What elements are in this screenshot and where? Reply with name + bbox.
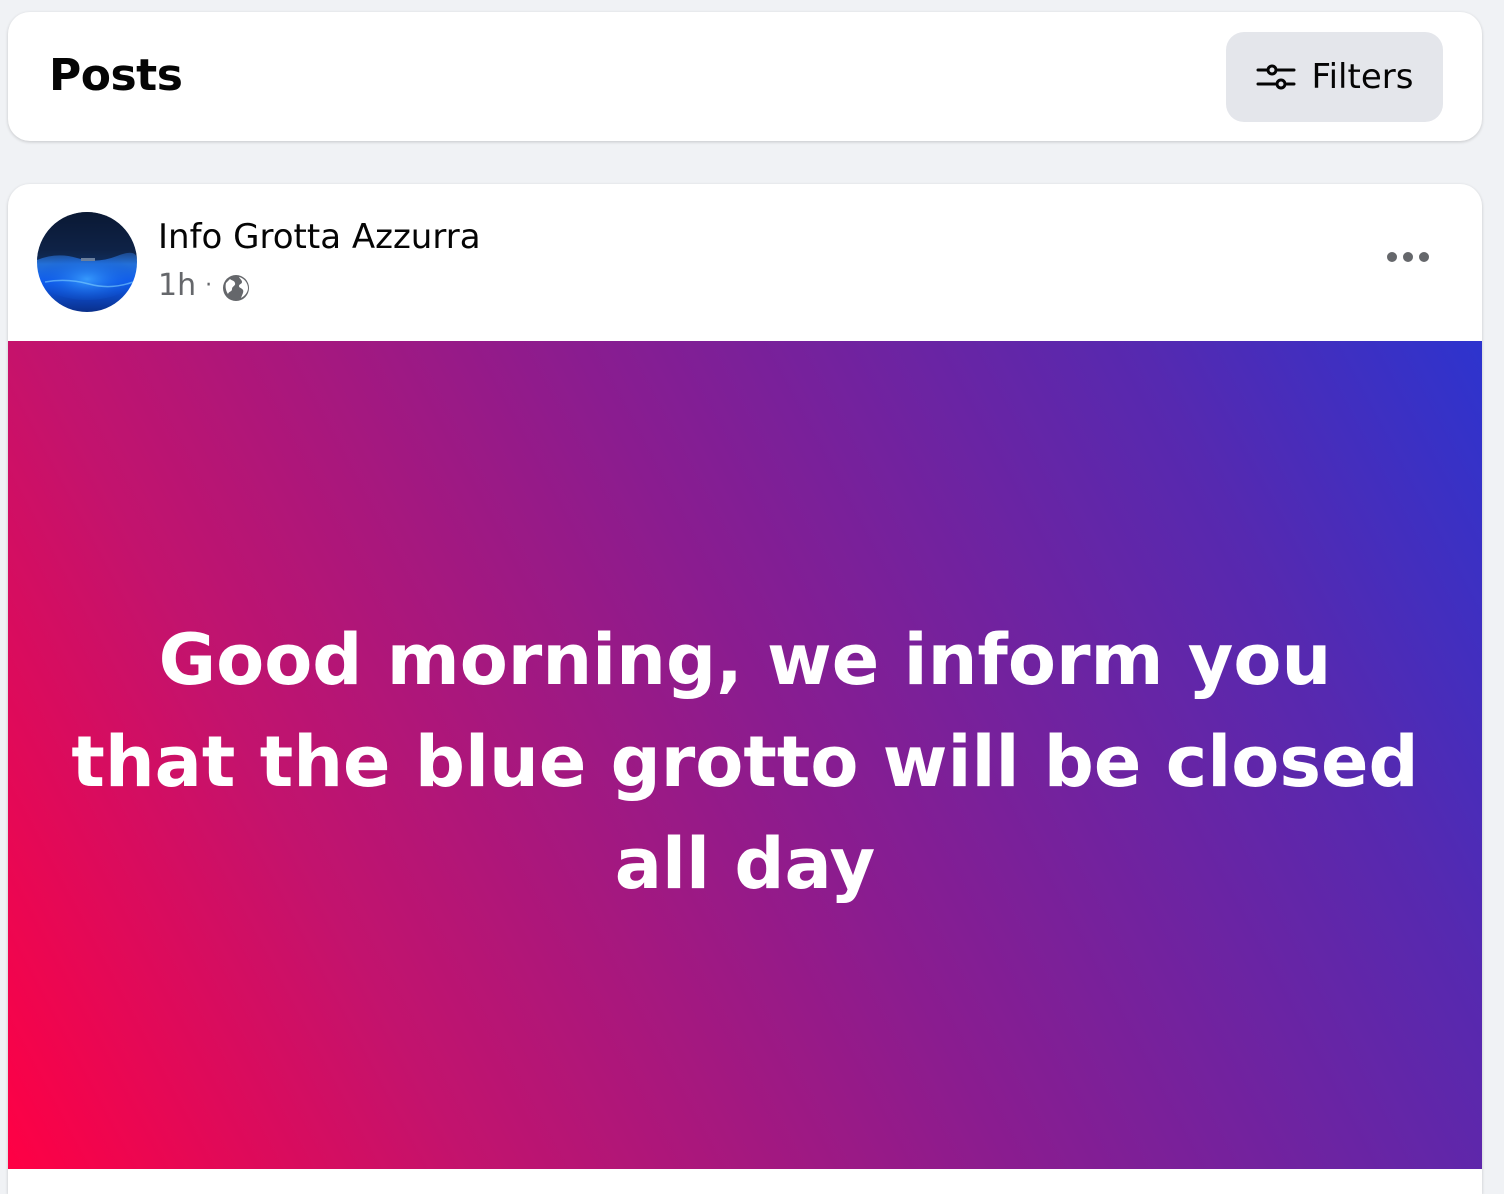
posts-header: Posts Filters xyxy=(8,12,1482,141)
more-horizontal-icon xyxy=(1387,252,1429,262)
post-background: Good morning, we inform you that the blu… xyxy=(8,341,1482,1169)
post-card: Info Grotta Azzurra 1h · Good morning, w… xyxy=(8,184,1482,1194)
avatar-image xyxy=(37,212,137,312)
meta-separator: · xyxy=(205,273,213,298)
filters-button-label: Filters xyxy=(1311,57,1414,97)
page-title: Posts xyxy=(49,50,183,101)
more-options-button[interactable] xyxy=(1372,234,1444,280)
sliders-icon xyxy=(1256,64,1296,90)
post-timestamp[interactable]: 1h xyxy=(158,266,196,306)
globe-icon xyxy=(223,275,250,301)
post-text: Good morning, we inform you that the blu… xyxy=(71,619,1419,905)
filters-button[interactable]: Filters xyxy=(1226,32,1443,122)
author-name[interactable]: Info Grotta Azzurra xyxy=(158,214,481,260)
avatar[interactable] xyxy=(37,212,137,312)
post-meta: 1h · xyxy=(158,266,251,306)
